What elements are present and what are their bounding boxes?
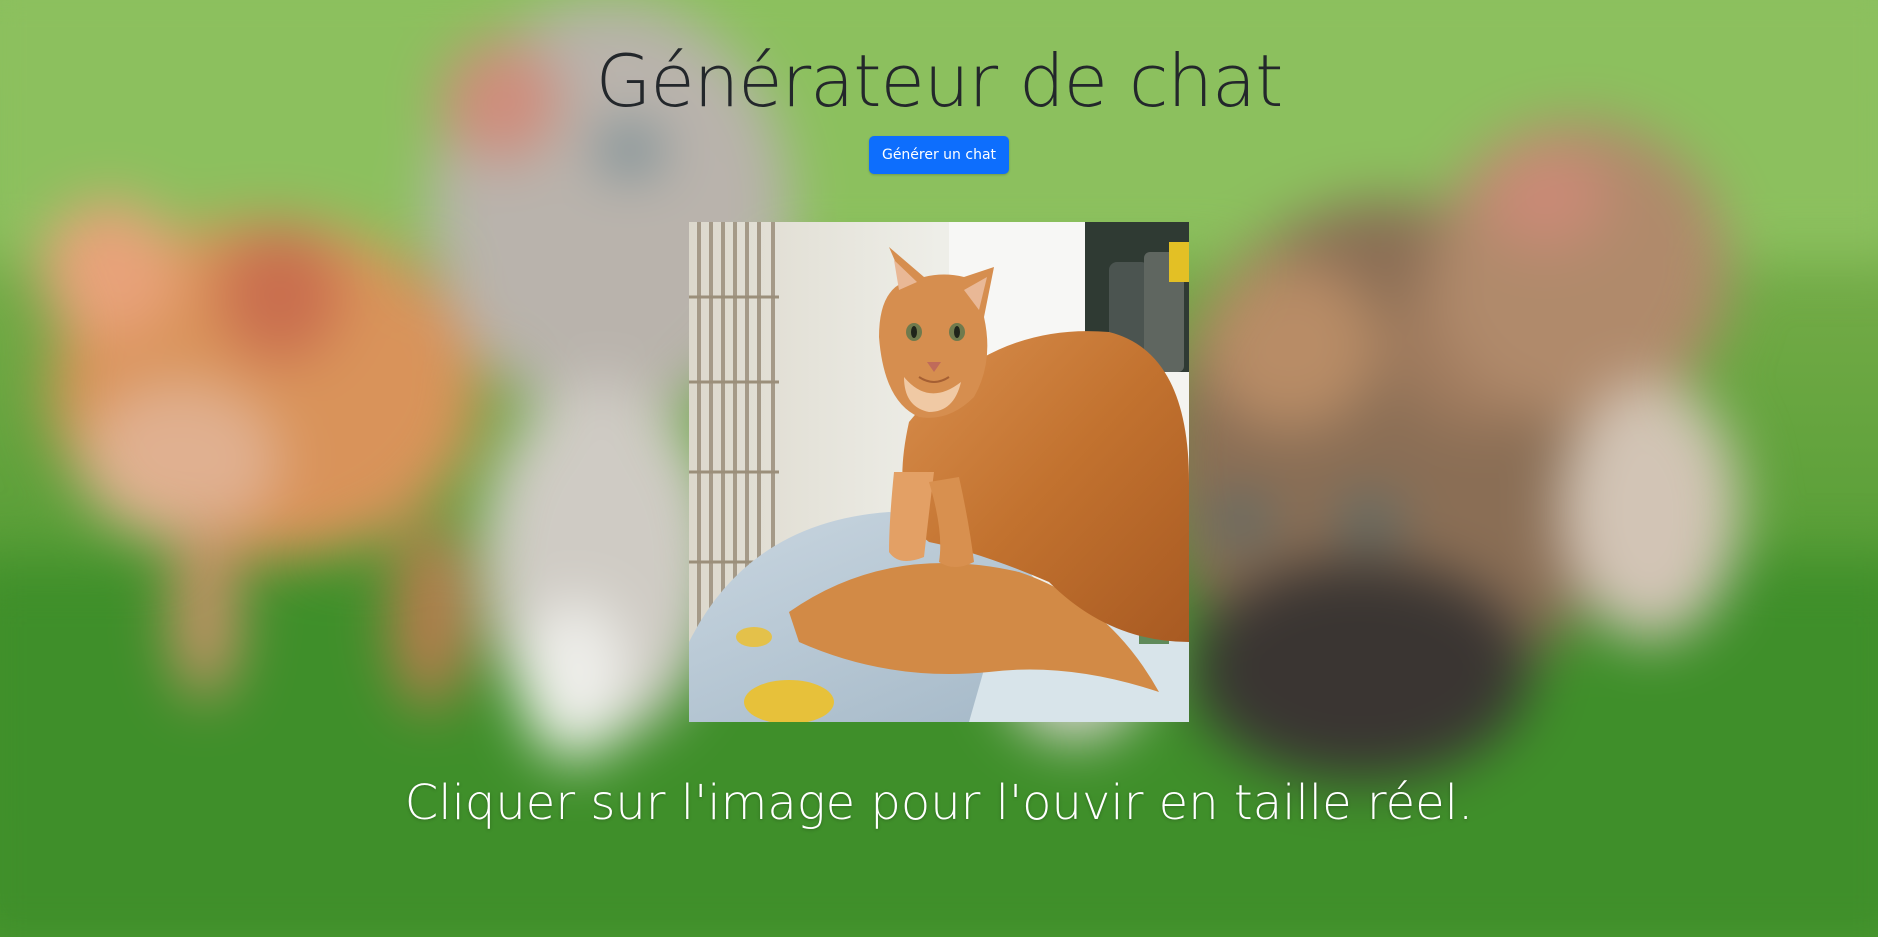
page-title: Générateur de chat (595, 39, 1284, 123)
cat-image[interactable] (689, 222, 1189, 722)
cat-photo-illustration (689, 222, 1189, 722)
caption-text: Cliquer sur l'image pour l'ouvir en tail… (404, 775, 1474, 831)
generate-cat-button[interactable]: Générer un chat (869, 136, 1009, 174)
